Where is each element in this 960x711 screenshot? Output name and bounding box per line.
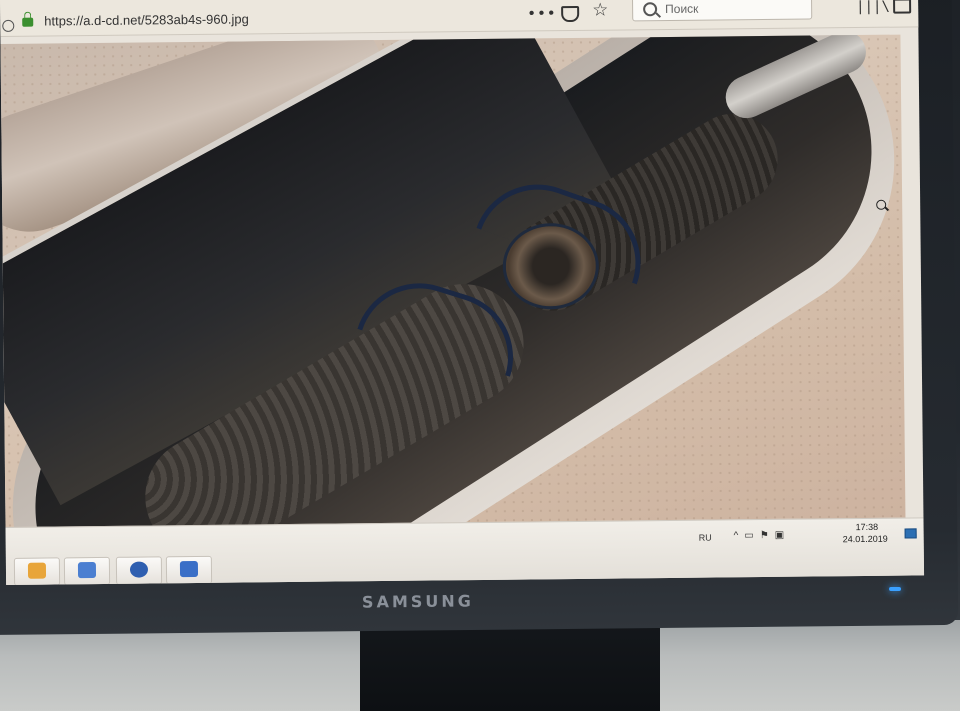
lock-icon[interactable]	[22, 17, 34, 27]
clock-date[interactable]: 24.01.2019	[843, 534, 888, 544]
search-placeholder: Поиск	[665, 1, 699, 17]
taskbar-pdf-button[interactable]	[165, 555, 213, 585]
chevron-up-icon[interactable]: ^	[734, 530, 745, 541]
pocket-icon[interactable]	[561, 5, 580, 23]
library-icon[interactable]: |||\	[856, 0, 890, 15]
clock-time[interactable]: 17:38	[856, 522, 879, 532]
power-led-icon	[889, 587, 901, 591]
tray-icons[interactable]: ^▭⚑▣	[734, 530, 791, 542]
photo-of-monitor: SAMSUNG https://a.d-cd.net/5283ab4s-960.…	[0, 0, 960, 711]
monitor-screen: https://a.d-cd.net/5283ab4s-960.jpg ••• …	[0, 0, 925, 585]
display-icon[interactable]: ▣	[775, 530, 791, 541]
page-info-icon[interactable]	[2, 19, 15, 32]
address-bar[interactable]: https://a.d-cd.net/5283ab4s-960.jpg	[44, 11, 249, 28]
taskbar: RU ^▭⚑▣ 17:38 24.01.2019	[5, 517, 925, 585]
search-icon	[643, 2, 658, 17]
search-input[interactable]: Поиск	[632, 0, 813, 22]
mail-app-icon	[129, 561, 149, 578]
flag-icon[interactable]: ⚑	[760, 530, 775, 541]
language-indicator[interactable]: RU	[699, 533, 712, 543]
taskbar-folder-button[interactable]	[13, 557, 61, 585]
taskbar-mail-button[interactable]	[115, 556, 163, 585]
page-actions-button[interactable]: •••	[527, 4, 557, 22]
graphics-app-icon	[77, 562, 97, 579]
zoom-cursor-icon	[876, 199, 887, 210]
taskbar-graphics-button[interactable]	[63, 556, 111, 585]
system-tray: RU ^▭⚑▣ 17:38 24.01.2019	[695, 518, 923, 550]
show-desktop-button[interactable]	[904, 528, 917, 539]
monitor-brand-logo: SAMSUNG	[361, 591, 474, 612]
viewed-image[interactable]	[0, 34, 906, 527]
browser-toolbar: https://a.d-cd.net/5283ab4s-960.jpg ••• …	[0, 0, 925, 37]
bookmark-star-icon[interactable]: ☆	[592, 0, 608, 21]
network-icon[interactable]: ▭	[744, 530, 760, 541]
sidebar-icon[interactable]	[893, 0, 912, 14]
folder-icon	[27, 562, 47, 579]
pdf-document-icon	[179, 560, 199, 578]
